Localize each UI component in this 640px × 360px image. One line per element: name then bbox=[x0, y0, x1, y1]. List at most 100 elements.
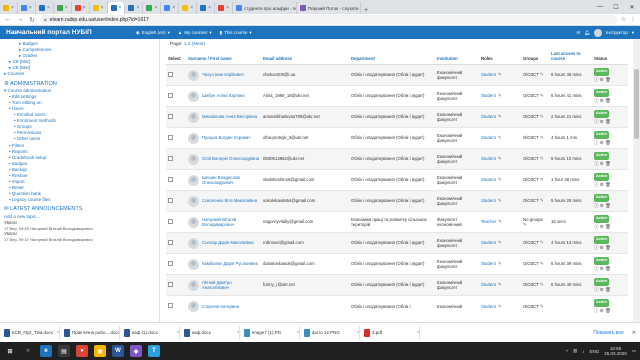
chevron-up-icon[interactable]: ^ bbox=[177, 330, 179, 335]
page-scrollbar[interactable] bbox=[633, 39, 640, 342]
col-institution[interactable]: Institution bbox=[435, 50, 479, 65]
user-name-link[interactable]: Процюк Богдан Ігорович bbox=[202, 135, 250, 140]
edit-pencil-icon[interactable]: ✎ bbox=[539, 72, 544, 77]
edit-pencil-icon[interactable]: ✎ bbox=[498, 219, 502, 224]
messages-icon[interactable]: ✉ bbox=[576, 30, 580, 36]
tab-close-icon[interactable]: × bbox=[136, 5, 139, 11]
user-name-link[interactable]: Михайлова Анна Вікторівна bbox=[202, 114, 257, 119]
row-checkbox[interactable] bbox=[168, 134, 173, 140]
role-label[interactable]: Student bbox=[481, 282, 496, 287]
user-avatar-icon[interactable] bbox=[188, 132, 199, 144]
my-courses-menu[interactable]: ▲ My courses ▾ bbox=[178, 30, 212, 36]
row-checkbox[interactable] bbox=[168, 113, 173, 119]
tab-close-icon[interactable]: × bbox=[190, 5, 193, 11]
edit-pencil-icon[interactable]: ✎ bbox=[539, 198, 544, 203]
role-label[interactable]: Student bbox=[481, 135, 496, 140]
tab-close-icon[interactable]: × bbox=[65, 5, 68, 11]
user-name-link[interactable]: Снопар Дарія Миколаївна bbox=[202, 240, 254, 245]
taskbar-app-icon[interactable]: ● bbox=[76, 345, 88, 357]
col-department[interactable]: Department bbox=[349, 50, 435, 65]
edit-pencil-icon[interactable]: ✎ bbox=[498, 304, 502, 309]
user-avatar-icon[interactable] bbox=[188, 258, 199, 270]
edit-pencil-icon[interactable]: ✎ bbox=[523, 222, 527, 227]
edit-pencil-icon[interactable]: ✎ bbox=[539, 177, 544, 182]
trash-icon[interactable]: 🗑︎ bbox=[605, 224, 611, 229]
tab-close-icon[interactable]: × bbox=[29, 5, 32, 11]
chevron-up-icon[interactable]: ^ bbox=[566, 349, 568, 354]
network-icon[interactable]: ▥ bbox=[573, 348, 577, 354]
row-checkbox[interactable] bbox=[168, 176, 173, 182]
tab-close-icon[interactable]: × bbox=[119, 5, 122, 11]
browser-tab[interactable]: × bbox=[18, 2, 36, 14]
browser-tab[interactable]: × bbox=[161, 2, 180, 14]
download-item[interactable]: image7 (1).PG ^ bbox=[244, 325, 300, 340]
trash-icon[interactable]: 🗑︎ bbox=[605, 161, 611, 166]
user-name-link[interactable]: Осій Валерія Олександрівна bbox=[202, 156, 259, 161]
download-item[interactable]: КСВ_Пр2_Тем.docx ^ bbox=[4, 325, 60, 340]
chevron-up-icon[interactable]: ^ bbox=[417, 330, 419, 335]
edit-pencil-icon[interactable]: ✎ bbox=[498, 156, 502, 161]
tab-close-icon[interactable]: × bbox=[208, 5, 211, 11]
edit-pencil-icon[interactable]: ✎ bbox=[498, 72, 502, 77]
back-icon[interactable]: ← bbox=[4, 16, 12, 23]
trash-icon[interactable]: 🗑︎ bbox=[605, 287, 611, 292]
row-checkbox[interactable] bbox=[168, 303, 173, 309]
browser-tab[interactable]: × bbox=[36, 2, 54, 14]
user-avatar-icon[interactable] bbox=[188, 300, 199, 312]
role-label[interactable]: Student bbox=[481, 93, 496, 98]
col-name[interactable]: Surname / First name bbox=[186, 50, 261, 65]
edit-pencil-icon[interactable]: ✎ bbox=[539, 135, 544, 140]
taskbar-app-icon[interactable]: ▤ bbox=[58, 345, 70, 357]
edit-pencil-icon[interactable]: ✎ bbox=[498, 240, 502, 245]
edit-pencil-icon[interactable]: ✎ bbox=[498, 135, 502, 140]
scrollbar-thumb[interactable] bbox=[634, 69, 639, 139]
maximize-icon[interactable]: ☐ bbox=[608, 0, 624, 14]
edit-pencil-icon[interactable]: ✎ bbox=[539, 261, 544, 266]
trash-icon[interactable]: 🗑︎ bbox=[605, 245, 611, 250]
trash-icon[interactable]: 🗑︎ bbox=[605, 308, 611, 313]
edit-pencil-icon[interactable]: ✎ bbox=[498, 198, 502, 203]
user-avatar-icon[interactable] bbox=[188, 153, 199, 165]
user-avatar-icon[interactable] bbox=[188, 111, 199, 123]
user-avatar-icon[interactable] bbox=[188, 69, 199, 81]
user-name-link[interactable]: Шешин Владислав Олександрович bbox=[202, 175, 259, 186]
chevron-up-icon[interactable]: ^ bbox=[237, 330, 239, 335]
role-label[interactable]: Student bbox=[481, 261, 496, 266]
role-label[interactable]: Teacher bbox=[481, 219, 496, 224]
edit-pencil-icon[interactable]: ✎ bbox=[498, 282, 502, 287]
taskbar-app-icon[interactable]: e bbox=[40, 345, 52, 357]
trash-icon[interactable]: 🗑︎ bbox=[605, 140, 611, 145]
notification-center-icon[interactable]: ▭ bbox=[632, 348, 636, 354]
new-tab-icon[interactable]: + bbox=[361, 7, 371, 14]
close-icon[interactable]: ✕ bbox=[632, 330, 636, 336]
user-avatar-icon[interactable] bbox=[188, 90, 199, 102]
user-avatar-icon[interactable] bbox=[188, 279, 199, 291]
tab-close-icon[interactable]: × bbox=[172, 5, 175, 11]
user-name-link[interactable]: Чехун Іван Юрійович bbox=[202, 72, 244, 77]
row-checkbox[interactable] bbox=[168, 197, 173, 203]
user-name-link[interactable]: Шибун Аліна Юріївна bbox=[202, 93, 245, 98]
taskbar-app-icon[interactable]: W bbox=[112, 345, 124, 357]
this-course-menu[interactable]: ▮ This course ▾ bbox=[220, 30, 252, 36]
show-all-downloads-link[interactable]: Показать все bbox=[593, 330, 624, 336]
edit-pencil-icon[interactable]: ✎ bbox=[539, 93, 544, 98]
row-checkbox[interactable] bbox=[168, 218, 173, 224]
edit-pencil-icon[interactable]: ✎ bbox=[539, 304, 544, 309]
language-menu[interactable]: ◉ English (en) ▾ bbox=[136, 30, 170, 36]
admin-item[interactable]: • Legacy course files bbox=[4, 197, 155, 203]
tab-close-icon[interactable]: × bbox=[11, 5, 14, 11]
download-item[interactable]: Практична робо....docx^ bbox=[64, 325, 120, 340]
row-checkbox[interactable] bbox=[168, 281, 173, 287]
user-avatar-icon[interactable] bbox=[188, 195, 199, 207]
edit-pencil-icon[interactable]: ✎ bbox=[498, 114, 502, 119]
user-name-link[interactable]: Легкий Дмитро Анатолійович bbox=[202, 280, 259, 291]
taskbar-app-icon[interactable]: ◆ bbox=[130, 345, 142, 357]
role-label[interactable]: Student bbox=[481, 198, 496, 203]
url-field[interactable]: 🔒︎ elearn.nubip.edu.ua/user/index.php?id… bbox=[40, 15, 617, 24]
row-checkbox[interactable] bbox=[168, 260, 173, 266]
volume-icon[interactable]: ♪ bbox=[582, 349, 584, 354]
download-item[interactable]: фото 12.PNG ^ bbox=[304, 325, 360, 340]
clock[interactable]: 16:58 25.03.2020 bbox=[604, 346, 627, 356]
user-avatar-icon[interactable] bbox=[188, 174, 199, 186]
browser-tab[interactable]: Перший Поток - слухати онлайн× bbox=[297, 2, 361, 14]
